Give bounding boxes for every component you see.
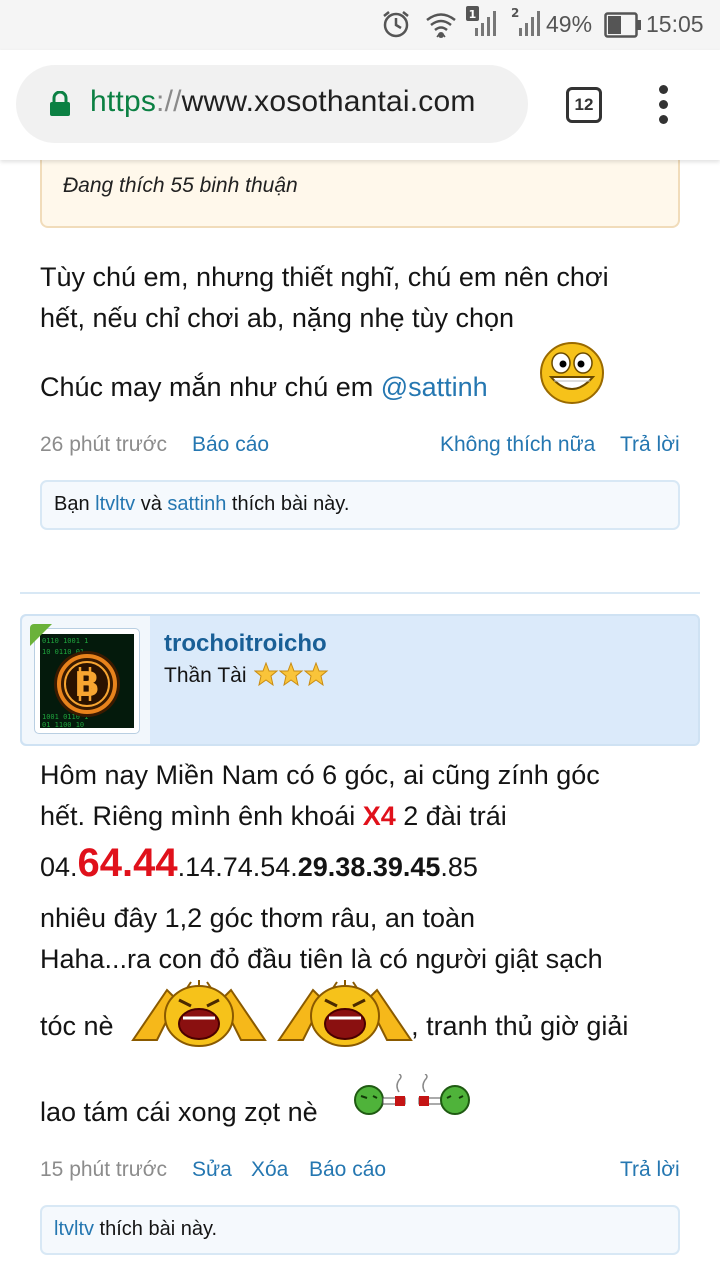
post-message-line: 04.64.44.14.74.54.29.38.39.45.85 bbox=[40, 841, 478, 885]
user-title: Thần Tài bbox=[164, 664, 247, 687]
post-message-line: Haha...ra con đỏ đầu tiên là có người gi… bbox=[40, 944, 603, 974]
post-message-line: Chúc may mắn như chú em @sattinh bbox=[40, 372, 488, 402]
thread-content: Đang thích 55 binh thuận Tùy chú em, như… bbox=[0, 160, 720, 1280]
post-message-line: nhiêu đây 1,2 góc thơm râu, an toàn bbox=[40, 903, 475, 933]
post-message-line: lao tám cái xong zọt nè bbox=[40, 1097, 318, 1127]
username-link[interactable]: trochoitroicho bbox=[164, 630, 327, 658]
post-message-line: hết. Riêng mình ênh khoái X4 2 đài trái bbox=[40, 801, 507, 831]
crying-emoji-icon bbox=[129, 980, 269, 1053]
bitcoin-avatar-image: 0110 1001 110 0110 01 1001 0110 101 1100… bbox=[40, 634, 134, 729]
smiley-emoji-icon bbox=[537, 339, 607, 412]
post-timestamp[interactable]: 26 phút trước bbox=[40, 433, 167, 457]
user-link[interactable]: ltvltv bbox=[95, 493, 135, 515]
alarm-icon bbox=[381, 9, 411, 44]
wifi-icon bbox=[425, 9, 457, 46]
user-info-card: 0110 1001 1 10 0110 01 1001 0110 1 01 1100… bbox=[20, 614, 700, 746]
report-link[interactable]: Báo cáo bbox=[309, 1158, 386, 1182]
quote-text: Đang thích 55 binh thuận bbox=[63, 174, 298, 197]
likes-summary: ltvltv thích bài này. bbox=[40, 1205, 680, 1255]
avatar-panel: 0110 1001 1 10 0110 01 1001 0110 1 01 1100… bbox=[22, 616, 150, 744]
likes-summary: Bạn ltvltv và sattinh thích bài này. bbox=[40, 480, 680, 530]
status-bar: 1 2 49% 15:05 bbox=[0, 0, 720, 50]
unlike-link[interactable]: Không thích nữa bbox=[440, 433, 595, 457]
post-message-line: Hôm nay Miền Nam có 6 góc, ai cũng zính … bbox=[40, 760, 600, 790]
highlight-number: 64.44 bbox=[77, 841, 178, 885]
online-indicator bbox=[30, 624, 52, 646]
battery-percent: 49% bbox=[546, 11, 593, 37]
post-timestamp[interactable]: 15 phút trước bbox=[40, 1158, 167, 1182]
tab-switcher-button[interactable]: 12 bbox=[566, 87, 602, 123]
more-options-icon[interactable] bbox=[652, 85, 676, 125]
browser-toolbar: https://www.xosothantai.com 12 bbox=[0, 50, 720, 160]
edit-link[interactable]: Sửa bbox=[192, 1158, 232, 1182]
signal-icon: 1 bbox=[466, 6, 500, 45]
post-message-line: hết, nếu chỉ chơi ab, nặng nhẹ tùy chọn bbox=[40, 303, 515, 333]
user-link[interactable]: ltvltv bbox=[54, 1218, 94, 1240]
post-message-line: Tùy chú em, nhưng thiết nghĩ, chú em nên… bbox=[40, 262, 609, 292]
svg-text:1: 1 bbox=[469, 8, 477, 21]
smoking-emoji-icon bbox=[353, 1073, 471, 1123]
clock: 15:05 bbox=[646, 11, 704, 37]
highlight-x4: X4 bbox=[362, 801, 396, 831]
delete-link[interactable]: Xóa bbox=[251, 1158, 288, 1182]
address-bar[interactable]: https://www.xosothantai.com bbox=[16, 65, 528, 143]
rank-stars-icon bbox=[253, 661, 330, 693]
bold-numbers: 29.38.39.45 bbox=[297, 852, 441, 882]
reply-link[interactable]: Trả lời bbox=[620, 433, 680, 457]
signal-icon: 2 bbox=[510, 6, 544, 45]
svg-text:01 1100 10: 01 1100 10 bbox=[42, 721, 84, 728]
post-divider bbox=[20, 592, 700, 594]
reply-link[interactable]: Trả lời bbox=[620, 1158, 680, 1182]
url-text[interactable]: https://www.xosothantai.com bbox=[90, 85, 476, 119]
lock-icon[interactable] bbox=[49, 90, 71, 122]
report-link[interactable]: Báo cáo bbox=[192, 433, 269, 457]
battery-icon bbox=[604, 12, 642, 43]
quote-block: Đang thích 55 binh thuận bbox=[40, 160, 680, 228]
svg-text:B: B bbox=[74, 665, 100, 705]
svg-text:2: 2 bbox=[511, 6, 519, 20]
user-link[interactable]: sattinh bbox=[167, 493, 226, 515]
crying-emoji-icon bbox=[275, 980, 415, 1053]
user-mention[interactable]: @sattinh bbox=[381, 372, 488, 402]
